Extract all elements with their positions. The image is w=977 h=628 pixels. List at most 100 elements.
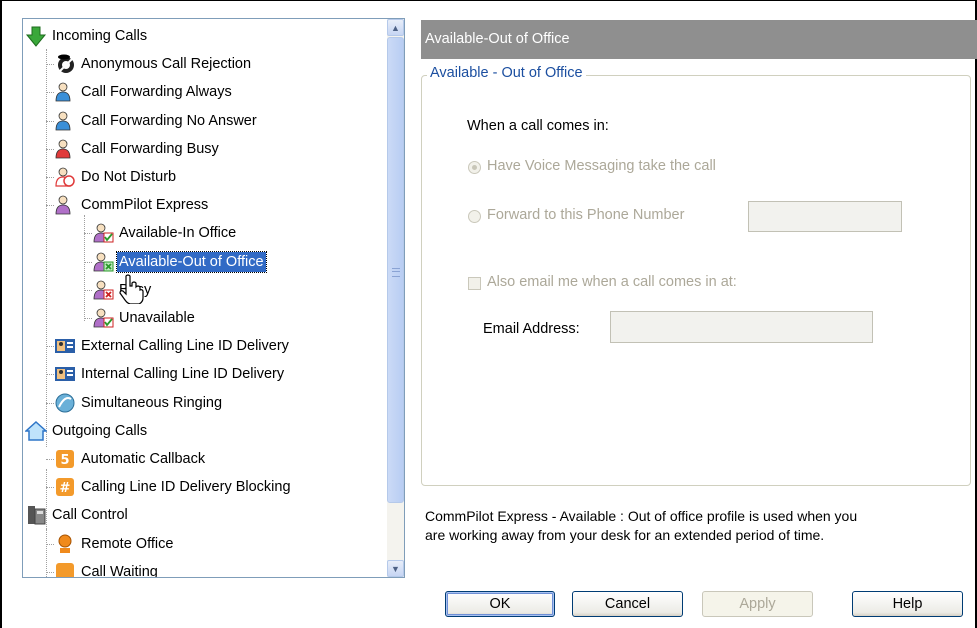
tree-item-remote-office[interactable]: Remote Office [54,530,175,558]
tree-item-available-in-office[interactable]: Available-In Office [92,219,238,247]
tree-connector [46,374,54,376]
tree-item-label: Available-Out of Office [116,250,267,273]
tree-item-do-not-disturb[interactable]: Do Not Disturb [54,163,178,191]
call-waiting-icon [54,561,76,577]
chevron-up-icon: ▲ [391,22,400,33]
when-call-label: When a call comes in: [467,118,609,134]
tree-item-call-forwarding-no-answer[interactable]: Call Forwarding No Answer [54,107,259,135]
tree-item-call-control[interactable]: Call Control [25,501,130,529]
call-forwarding-always-icon [54,81,76,103]
tree-item-calling-line-id-delivery-blocking[interactable]: # Calling Line ID Delivery Blocking [54,473,293,501]
outgoing-calls-house-icon [24,420,48,442]
tree-item-label: CommPilot Express [81,197,209,214]
calling-line-id-blocking-icon: # [54,476,76,498]
tree-connector [84,289,92,291]
tree-item-label: Available-In Office [119,225,237,242]
tree-item-label: Remote Office [81,535,174,552]
grip-icon [392,268,400,277]
external-calling-line-id-icon [54,335,76,357]
scroll-thumb[interactable] [387,37,404,503]
tree-item-label: Incoming Calls [52,28,148,44]
forward-number-label[interactable]: Forward to this Phone Number [487,207,684,223]
available-out-of-office-icon [92,251,114,273]
call-control-phone-icon [25,504,47,526]
scroll-down-button[interactable]: ▼ [387,560,404,577]
ok-button[interactable]: OK [445,591,555,617]
tree-connector [46,205,54,207]
services-tree[interactable]: Incoming Calls Anonymous Call Rejection Ca… [22,18,405,578]
tree-connector [46,64,54,66]
forward-number-field[interactable] [748,201,902,232]
tree-item-outgoing-calls[interactable]: Outgoing Calls [24,417,149,445]
email-address-label: Email Address: [483,321,580,337]
tree-item-call-waiting[interactable]: Call Waiting [54,558,160,577]
simultaneous-ringing-icon [54,392,76,414]
tree-item-anonymous-call-rejection[interactable]: Anonymous Call Rejection [54,50,253,78]
tree-item-call-forwarding-busy[interactable]: Call Forwarding Busy [54,135,221,163]
tree-connector [46,346,54,348]
call-forwarding-busy-icon [54,138,76,160]
tree-connector [46,92,54,94]
tree-item-label: Call Forwarding Always [81,84,232,101]
tree-item-unavailable[interactable]: Unavailable [92,304,197,332]
tree-item-label: Simultaneous Ringing [81,394,223,411]
tree-connector [84,233,92,235]
tree-connector [84,215,85,321]
commpilot-express-icon [54,194,76,216]
voice-messaging-label[interactable]: Have Voice Messaging take the call [487,158,716,174]
tree-item-simultaneous-ringing[interactable]: Simultaneous Ringing [54,389,224,417]
scroll-up-button[interactable]: ▲ [387,19,404,36]
available-in-office-icon [92,222,114,244]
tree-connector [46,459,54,460]
anonymous-call-rejection-icon [54,53,76,75]
svg-text:5: 5 [60,453,69,468]
forward-number-radio[interactable] [468,210,481,223]
tree-item-label: Anonymous Call Rejection [81,56,252,73]
voice-messaging-radio[interactable] [468,161,481,174]
tree-item-available-out-of-office[interactable]: Available-Out of Office [92,248,267,276]
email-checkbox-label[interactable]: Also email me when a call comes in at: [487,274,737,290]
tree-item-external-calling-line-id-delivery[interactable]: External Calling Line ID Delivery [54,332,291,360]
help-button[interactable]: Help [852,591,963,617]
tree-connector [84,318,92,319]
tree-item-label: Call Forwarding No Answer [81,112,257,129]
window-top-border [0,0,977,1]
incoming-calls-arrow-icon [25,25,47,47]
tree-item-label: Calling Line ID Delivery Blocking [81,479,291,496]
chevron-down-icon: ▼ [391,563,400,574]
description-line-1: CommPilot Express - Available : Out of o… [425,508,858,524]
group-title: Available - Out of Office [427,65,586,81]
tree-item-internal-calling-line-id-delivery[interactable]: Internal Calling Line ID Delivery [54,360,286,388]
tree-item-label: Call Forwarding Busy [81,140,219,157]
tree-scrollbar[interactable]: ▲ ▼ [387,19,404,577]
svg-text:#: # [60,481,71,496]
tree-connector [46,177,54,178]
window-left-border [0,0,2,628]
internal-calling-line-id-icon [54,363,76,385]
remote-office-icon [54,533,76,555]
tree-item-label: Automatic Callback [81,451,206,467]
email-checkbox[interactable] [468,277,481,290]
tree-item-automatic-callback[interactable]: 5 Automatic Callback [54,445,207,473]
tree-item-call-forwarding-always[interactable]: Call Forwarding Always [54,78,234,106]
profile-description: CommPilot Express - Available : Out of o… [425,507,965,545]
tree-connector [46,402,54,404]
tree-item-label: Call Waiting [81,563,158,577]
unavailable-icon [92,307,114,329]
tree-item-commpilot-express[interactable]: CommPilot Express [54,191,210,219]
hand-cursor-icon [119,274,144,304]
tree-item-label: Call Control [52,507,128,524]
automatic-callback-icon: 5 [54,448,76,470]
do-not-disturb-icon [54,166,76,188]
email-address-field[interactable] [610,311,873,343]
tree-item-label: Do Not Disturb [81,169,177,185]
panel-header: Available-Out of Office [421,20,977,59]
tree-connector [46,571,54,573]
cancel-button[interactable]: Cancel [572,591,683,617]
tree-connector [46,120,54,122]
apply-button[interactable]: Apply [702,591,813,617]
tree-connector [84,261,92,263]
tree-item-incoming-calls[interactable]: Incoming Calls [25,22,149,50]
tree-connector [46,49,47,447]
busy-icon [92,279,114,301]
